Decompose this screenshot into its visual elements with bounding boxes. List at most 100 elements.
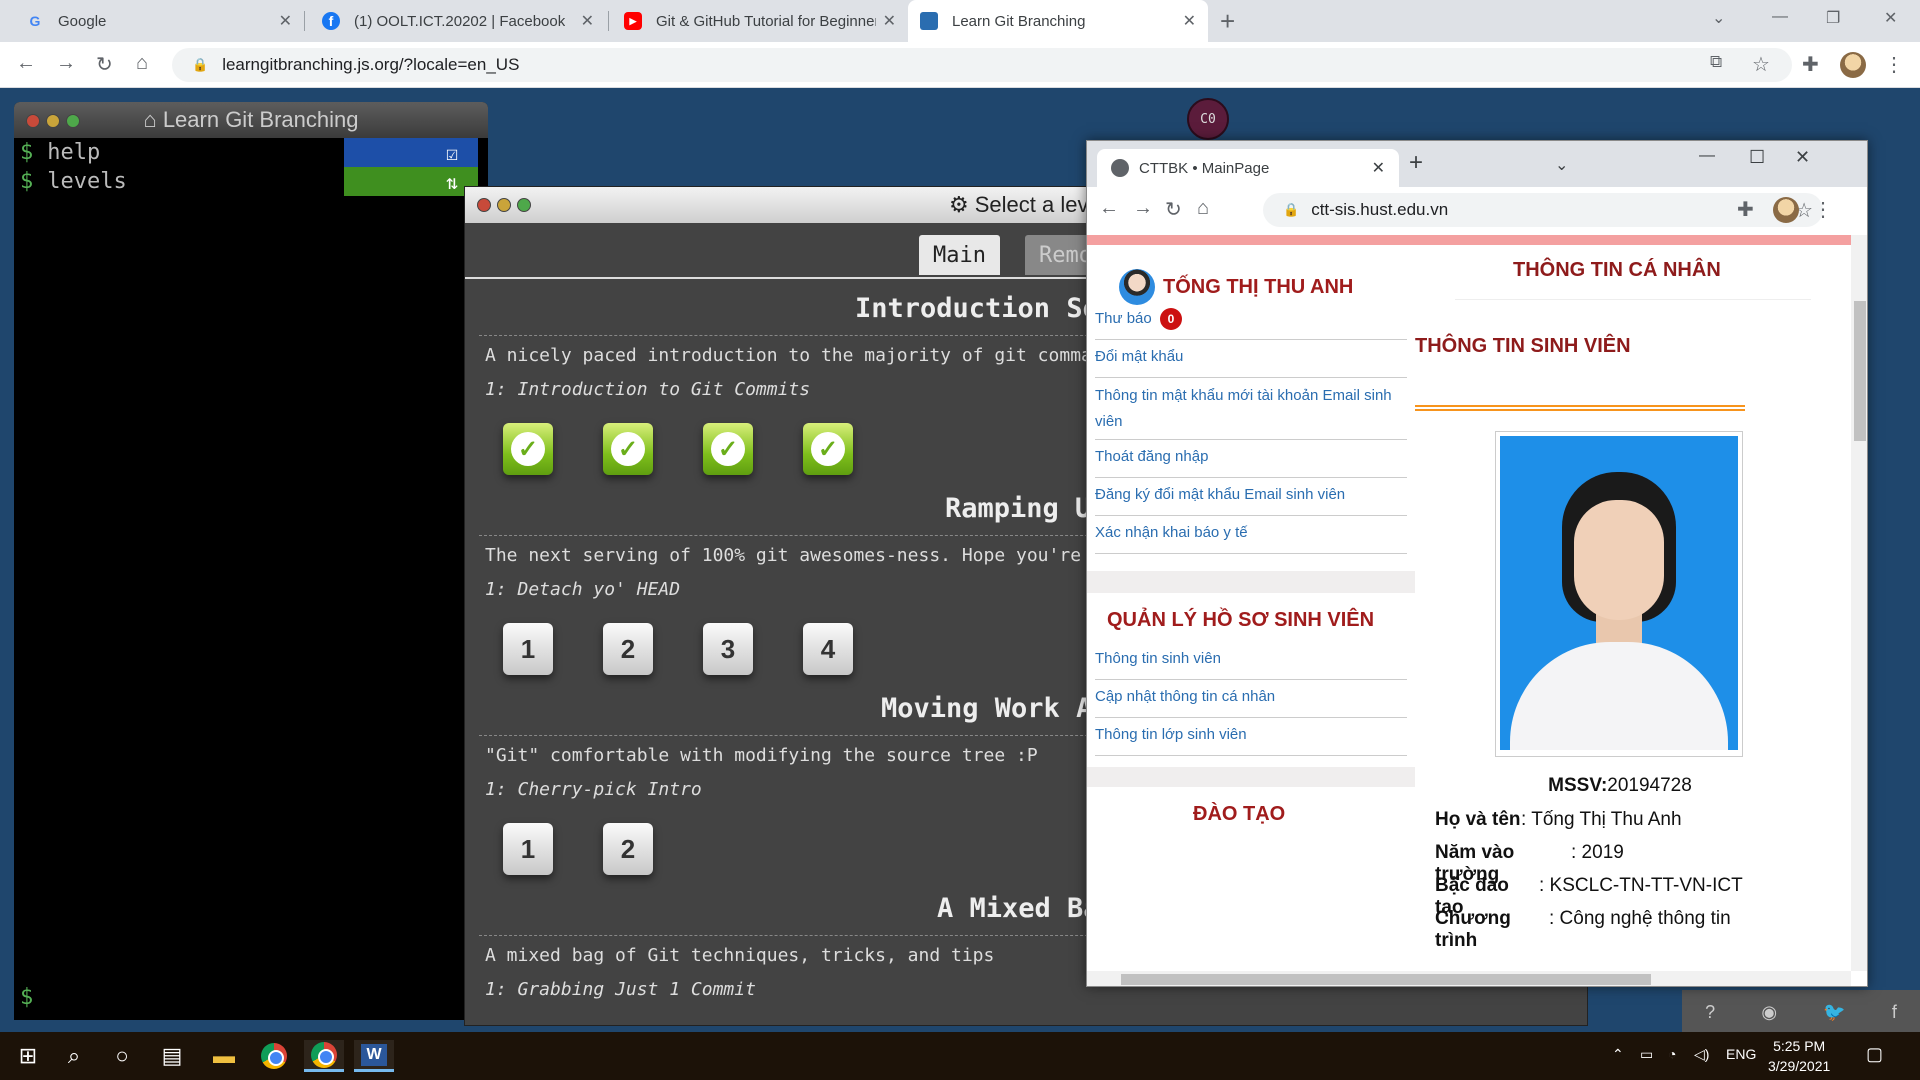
level-button[interactable]: 2 [603,623,653,675]
cortana-icon[interactable]: ○ [102,1040,142,1072]
chrome-taskbar-icon[interactable] [254,1040,294,1072]
close-dot[interactable] [477,198,491,212]
sidebar-item-change-password[interactable]: Đổi mật khẩu [1095,341,1407,378]
volume-icon[interactable]: ◁) [1694,1046,1709,1063]
minimize-button[interactable]: — [1699,147,1715,165]
section-description: "Git" comfortable with modifying the sou… [485,745,1038,766]
sidebar-item-mail[interactable]: Thư báo 0 [1095,303,1407,340]
scrollbar-thumb[interactable] [1854,301,1866,441]
new-tab-button[interactable]: + [1220,6,1235,37]
extensions-icon[interactable]: ✚ [1802,52,1819,77]
close-icon[interactable]: ✕ [883,11,896,31]
prompt-symbol: $ [20,169,34,194]
prompt-symbol: $ [20,140,34,165]
account-card: TỐNG THỊ THU ANH Thư báo 0 Đổi mật khẩu … [1087,245,1415,571]
level-button[interactable]: 1 [503,623,553,675]
chrome-icon [311,1041,337,1068]
close-window-button[interactable]: ✕ [1884,8,1897,28]
tab-facebook[interactable]: f (1) OOLT.ICT.20202 | Facebook ✕ [310,0,606,42]
translate-icon[interactable]: ⧉ [1710,52,1722,72]
new-tab-button[interactable]: + [1409,149,1423,177]
forward-icon[interactable]: → [56,52,76,75]
sidebar-item-health-declaration[interactable]: Xác nhận khai báo y tế [1095,517,1407,554]
close-icon[interactable]: ✕ [1372,158,1385,178]
tab-learn-git-branching[interactable]: Learn Git Branching ✕ [908,0,1208,42]
level-button[interactable]: 4 [803,623,853,675]
chrome-taskbar-icon-active[interactable] [304,1040,344,1072]
back-icon[interactable]: ← [1099,197,1119,220]
horizontal-scrollbar[interactable] [1087,971,1851,986]
level-button[interactable]: ✓ [703,423,753,475]
tab-cttbk[interactable]: CTTBK • MainPage ✕ [1097,149,1399,187]
home-icon[interactable]: ⌂ [1197,197,1209,220]
level-button[interactable]: 3 [703,623,753,675]
info-value: : Công nghệ thông tin [1549,908,1731,929]
command-text: levels [47,169,127,194]
level-button[interactable]: 1 [503,823,553,875]
facebook-icon: f [322,12,340,30]
show-hidden-icons[interactable]: ⌃ [1612,1046,1624,1063]
reload-icon[interactable]: ↻ [96,52,113,77]
globe-icon[interactable]: ◉ [1761,1002,1777,1023]
sidebar-item-email-password-info[interactable]: Thông tin mật khẩu mới tài khoản Email s… [1095,379,1407,440]
battery-icon[interactable]: ▭ [1640,1046,1653,1063]
close-icon[interactable]: ✕ [581,11,594,31]
back-icon[interactable]: ← [16,52,36,75]
forward-icon[interactable]: → [1133,197,1153,220]
minimize-button[interactable]: — [1772,8,1788,26]
word-taskbar-icon[interactable]: W [354,1040,394,1072]
sidebar-item-update-info[interactable]: Cập nhật thông tin cá nhân [1095,681,1407,718]
terminal-input-prompt[interactable]: $ [20,985,33,1010]
level-button[interactable]: 2 [603,823,653,875]
maximize-dot[interactable] [517,198,531,212]
search-icon[interactable]: ⌕ [54,1040,94,1072]
sidebar-item-register-email-password[interactable]: Đăng ký đổi mật khẩu Email sinh viên [1095,479,1407,516]
help-icon[interactable]: ? [1705,1002,1715,1023]
tab-main[interactable]: Main [919,235,1000,275]
close-window-button[interactable]: ✕ [1795,147,1810,168]
windows-taskbar: ⊞ ⌕ ○ ▤ ▬ W ⌃ ▭ ◔ ◁) ENG 5:25 PM 3/29/20… [0,1032,1920,1080]
home-icon[interactable]: ⌂ [136,52,148,75]
facebook-icon[interactable]: f [1892,1002,1897,1023]
minimize-dot[interactable] [46,114,60,128]
close-icon[interactable]: ✕ [279,11,292,31]
level-button[interactable]: ✓ [803,423,853,475]
menu-icon[interactable]: ⋮ [1884,52,1904,77]
level-button[interactable]: ✓ [603,423,653,475]
extensions-icon[interactable]: ✚ [1737,197,1754,222]
reload-icon[interactable]: ↻ [1165,197,1182,222]
wifi-icon[interactable]: ◔ [1668,1046,1676,1062]
address-bar[interactable]: 🔒 learngitbranching.js.org/?locale=en_US [172,48,1792,82]
sidebar-item-class-info[interactable]: Thông tin lớp sinh viên [1095,719,1407,756]
scrollbar-thumb[interactable] [1121,974,1651,985]
vertical-scrollbar[interactable] [1851,235,1867,971]
language-indicator[interactable]: ENG [1726,1046,1756,1062]
close-icon[interactable]: ✕ [1183,11,1196,31]
minimize-dot[interactable] [497,198,511,212]
tab-google[interactable]: G Google ✕ [14,0,304,42]
level-button[interactable]: ✓ [503,423,553,475]
twitter-icon[interactable]: 🐦 [1823,1002,1845,1023]
file-explorer-icon[interactable]: ▬ [204,1040,244,1072]
tab-search-icon[interactable]: ⌄ [1712,8,1725,28]
maximize-button[interactable]: ☐ [1749,147,1765,168]
tab-youtube[interactable]: ▶ Git & GitHub Tutorial for Beginners ✕ [612,0,908,42]
sidebar-item-logout[interactable]: Thoát đăng nhập [1095,441,1407,478]
section-description: The next serving of 100% git awesomes-ne… [485,545,1157,566]
windows-start-icon[interactable]: ⊞ [8,1040,48,1072]
section-title: ĐÀO TẠO [1193,803,1286,825]
notifications-icon[interactable]: ▢ [1866,1044,1883,1065]
maximize-dot[interactable] [66,114,80,128]
task-view-icon[interactable]: ▤ [152,1040,192,1072]
system-clock[interactable]: 5:25 PM 3/29/2021 [1768,1036,1830,1076]
bookmark-star-icon[interactable]: ☆ [1752,52,1770,77]
student-photo-frame [1495,431,1743,757]
menu-icon[interactable]: ⋮ [1813,197,1833,222]
profile-avatar[interactable] [1773,197,1799,223]
sidebar-item-student-info[interactable]: Thông tin sinh viên [1095,643,1407,680]
tab-search-icon[interactable]: ⌄ [1555,155,1568,175]
profile-avatar[interactable] [1840,52,1866,78]
close-dot[interactable] [26,114,40,128]
tab-title: Google [58,12,107,30]
restore-button[interactable]: ❐ [1826,8,1840,28]
